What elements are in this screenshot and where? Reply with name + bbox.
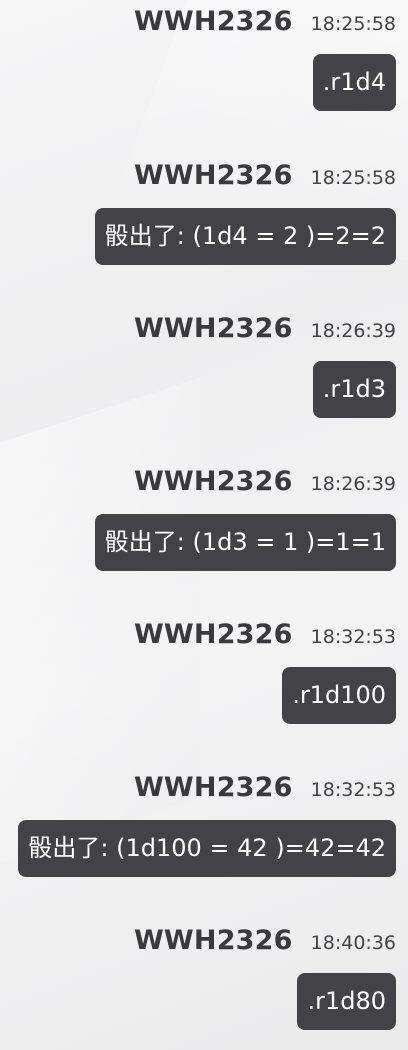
message-header: WWH2326 18:32:53: [134, 772, 396, 808]
message-bubble[interactable]: 骰出了: (1d3 = 1 )=1=1: [94, 514, 396, 571]
message-time: 18:32:53: [310, 626, 396, 648]
message-time: 18:32:53: [310, 779, 396, 801]
sender-name[interactable]: WWH2326: [134, 619, 293, 650]
sender-name[interactable]: WWH2326: [134, 6, 293, 37]
sender-name[interactable]: WWH2326: [134, 466, 293, 497]
chat-message: WWH2326 18:32:53 骰出了: (1d100 = 42 )=42=4…: [18, 772, 396, 877]
message-header: WWH2326 18:32:53: [134, 619, 396, 655]
chat-message: WWH2326 18:25:58 .r1d4: [134, 6, 396, 111]
message-bubble[interactable]: .r1d100: [282, 667, 396, 724]
message-bubble[interactable]: 骰出了: (1d4 = 2 )=2=2: [94, 208, 396, 265]
sender-name[interactable]: WWH2326: [134, 160, 293, 191]
message-time: 18:26:39: [310, 473, 396, 495]
message-header: WWH2326 18:25:58: [134, 6, 396, 42]
chat-message: WWH2326 18:32:53 .r1d100: [134, 619, 396, 724]
message-bubble[interactable]: .r1d3: [312, 361, 396, 418]
message-header: WWH2326 18:25:58: [134, 160, 396, 196]
message-bubble[interactable]: 骰出了: (1d100 = 42 )=42=42: [18, 820, 396, 877]
chat-message: WWH2326 18:40:36 .r1d80: [134, 925, 396, 1030]
chat-message: WWH2326 18:26:39 .r1d3: [134, 313, 396, 418]
chat-message: WWH2326 18:25:58 骰出了: (1d4 = 2 )=2=2: [94, 160, 396, 265]
message-header: WWH2326 18:26:39: [134, 466, 396, 502]
message-time: 18:25:58: [310, 167, 396, 189]
sender-name[interactable]: WWH2326: [134, 313, 293, 344]
message-time: 18:26:39: [310, 320, 396, 342]
sender-name[interactable]: WWH2326: [134, 772, 293, 803]
message-header: WWH2326 18:40:36: [134, 925, 396, 961]
chat-message: WWH2326 18:26:39 骰出了: (1d3 = 1 )=1=1: [94, 466, 396, 571]
message-bubble[interactable]: .r1d4: [312, 54, 396, 111]
message-bubble[interactable]: .r1d80: [297, 973, 396, 1030]
message-time: 18:40:36: [310, 932, 396, 954]
sender-name[interactable]: WWH2326: [134, 925, 293, 956]
message-header: WWH2326 18:26:39: [134, 313, 396, 349]
message-time: 18:25:58: [310, 13, 396, 35]
